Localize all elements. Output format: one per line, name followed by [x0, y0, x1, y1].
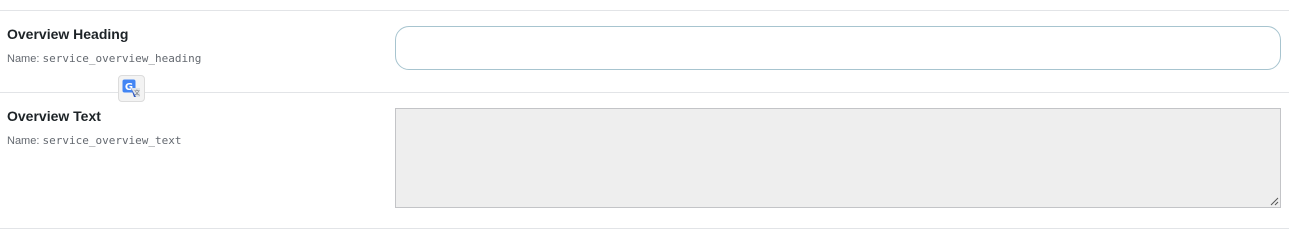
overview-text-textarea[interactable]: [395, 108, 1281, 208]
overview-heading-name-meta: Name: service_overview_heading: [7, 52, 201, 66]
overview-text-name-meta: Name: service_overview_text: [7, 134, 182, 148]
name-prefix: Name:: [7, 135, 40, 147]
name-prefix: Name:: [7, 53, 40, 65]
overview-text-field-name: service_overview_text: [42, 134, 182, 147]
svg-text:文: 文: [134, 89, 140, 97]
resize-handle-icon[interactable]: [1270, 197, 1279, 206]
overview-heading-field-name: service_overview_heading: [42, 52, 202, 65]
translate-button[interactable]: G 文: [118, 75, 145, 102]
row-divider-middle: [0, 92, 1289, 93]
row-divider-top: [0, 10, 1289, 11]
google-translate-icon: G 文: [122, 79, 140, 97]
overview-heading-label: Overview Heading: [7, 26, 129, 42]
overview-text-label: Overview Text: [7, 108, 101, 124]
overview-heading-input[interactable]: [395, 26, 1281, 70]
translate-glyph: G: [125, 82, 133, 93]
row-divider-bottom: [0, 228, 1289, 229]
